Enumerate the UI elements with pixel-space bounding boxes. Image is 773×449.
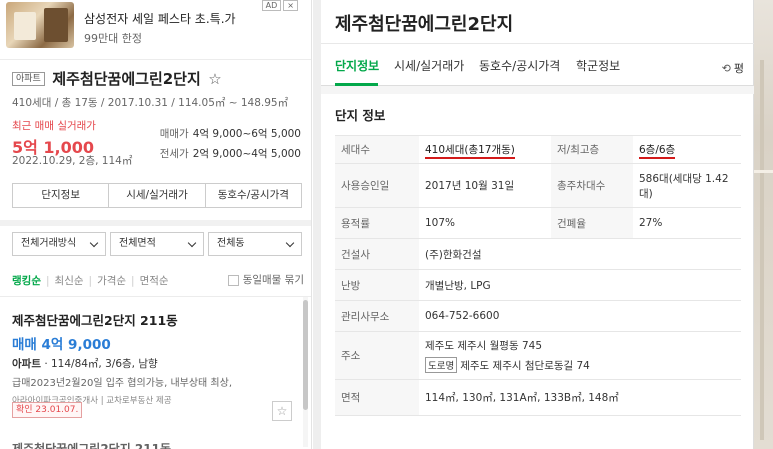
row-households-value: 410세대(총17개동) — [419, 135, 551, 164]
listing-title[interactable]: 제주첨단꿈에그린2단지 211동 — [12, 310, 302, 329]
type-badge: 아파트 — [12, 71, 45, 86]
row-heating-value: 개별난방, LPG — [419, 269, 741, 301]
recent-price-label: 최근 매매 실거래가 — [12, 120, 96, 132]
detail-divider-band — [321, 86, 754, 94]
sort-bar: 랭킹순 | 최신순 | 가격순 | 면적순 동일매물 묶기 — [12, 272, 304, 287]
ad-subtitle: 99만대 한정 — [84, 32, 142, 45]
ad-close-icon[interactable]: × — [283, 0, 298, 11]
refresh-icon: ⟲ — [721, 62, 731, 75]
complex-summary: 아파트 제주첨단꿈에그린2단지 ☆ 410세대 / 총 17동 / 2017.1… — [12, 68, 304, 110]
listing-spec-detail: · 114/84㎡, 3/6층, 남향 — [40, 358, 158, 370]
filter-building[interactable]: 전체동 — [208, 232, 302, 256]
listing-type: 아파트 — [12, 358, 41, 370]
row-builder-value: (주)한화건설 — [419, 238, 741, 270]
panel-gap — [313, 0, 321, 449]
map-area[interactable] — [754, 0, 773, 449]
row-approval-key: 사용승인일 — [335, 163, 419, 208]
row-floors-key: 저/최고층 — [551, 135, 633, 164]
detail-title: 제주첨단꿈에그린2단지 — [335, 14, 514, 35]
ad-thumbnail[interactable] — [6, 2, 74, 48]
tab-complex-info[interactable]: 단지정보 — [335, 57, 379, 74]
complex-info-table: 세대수 410세대(총17개동) 저/최고층 6층/6층 사용승인일 2017년… — [335, 135, 741, 416]
confirm-badge: 확인 23.01.07. — [12, 402, 83, 418]
row-bcr-value: 27% — [633, 207, 741, 239]
row-heating-key: 난방 — [335, 269, 419, 301]
tab-unit[interactable]: 동호수/공시가격 — [479, 57, 560, 74]
lease-range-label: 전세가 — [159, 148, 189, 160]
area-unit-label: 평 — [733, 62, 744, 75]
row-bcr-key: 건폐율 — [551, 207, 633, 239]
row-approval-value: 2017년 10월 31일 — [419, 163, 551, 208]
tab-school[interactable]: 학군정보 — [576, 57, 620, 74]
listing-desc: 급매2023년2월20일 입주 협의가능, 내부상태 최상, — [12, 378, 233, 389]
group-same-listing[interactable]: 동일매물 묶기 — [227, 272, 304, 287]
row-area-value: 114㎡, 130㎡, 131A㎡, 133B㎡, 148㎡ — [419, 379, 741, 416]
list-scrollbar[interactable] — [303, 297, 308, 447]
left-tab-unit[interactable]: 동호수/공시가격 — [206, 184, 301, 207]
ad-label: AD — [261, 0, 282, 11]
right-panel: 제주첨단꿈에그린2단지 단지정보 시세/실거래가 동호수/공시가격 학군정보 ⟲… — [321, 0, 754, 449]
row-office-key: 관리사무소 — [335, 300, 419, 332]
sale-range-label: 매매가 — [159, 128, 189, 140]
row-households-key: 세대수 — [335, 135, 419, 164]
row-far-value: 107% — [419, 207, 551, 239]
lease-range-value: 2억 9,000~4억 5,000 — [192, 148, 301, 160]
tab-price[interactable]: 시세/실거래가 — [394, 57, 464, 74]
list-item[interactable]: 제주첨단꿈에그린2단지 211동 매매 4억 9,000 아파트 · 114/8… — [12, 310, 302, 421]
area-unit-toggle[interactable]: ⟲ 평 — [722, 60, 744, 76]
floors-value: 6층/6층 — [639, 144, 676, 159]
row-address-value: 제주도 제주시 월평동 745 도로명 제주도 제주시 첨단로동길 74 — [419, 331, 741, 380]
sort-area[interactable]: 면적순 — [140, 275, 169, 287]
row-far-key: 용적률 — [335, 207, 419, 239]
list-divider — [0, 296, 311, 297]
filter-bar: 전체거래방식 전체면적 전체동 — [12, 232, 302, 256]
detail-tabs: 단지정보 시세/실거래가 동호수/공시가격 학군정보 ⟲ 평 — [321, 44, 754, 86]
row-area-key: 면적 — [335, 379, 419, 416]
list-scroll-thumb[interactable] — [303, 300, 308, 410]
sale-range-value: 4억 9,000~6억 5,000 — [192, 128, 301, 140]
listing-price: 매매 4억 9,000 — [12, 337, 111, 353]
left-tab-buttons: 단지정보 시세/실거래가 동호수/공시가격 — [12, 183, 302, 208]
listing-spec: 아파트 · 114/84㎡, 3/6층, 남향 — [12, 356, 302, 371]
sort-latest[interactable]: 최신순 — [55, 275, 84, 287]
address-road: 제주도 제주시 첨단로동길 74 — [460, 360, 590, 372]
left-tab-complex-info[interactable]: 단지정보 — [13, 184, 110, 207]
left-panel: 삼성전자 세일 페스타 초.특.가 99만대 한정 AD × 아파트 제주첨단꿈… — [0, 0, 312, 449]
ad-banner[interactable]: 삼성전자 세일 페스타 초.특.가 99만대 한정 AD × — [0, 0, 311, 60]
ad-title[interactable]: 삼성전자 세일 페스타 초.특.가 — [84, 10, 236, 27]
row-builder-key: 건설사 — [335, 238, 419, 270]
favorite-star-icon[interactable]: ☆ — [208, 70, 221, 88]
left-tab-price[interactable]: 시세/실거래가 — [109, 184, 206, 207]
listing-favorite-star-icon[interactable]: ☆ — [272, 401, 292, 421]
filter-trade-type[interactable]: 전체거래방식 — [12, 232, 106, 256]
section-title: 단지 정보 — [335, 108, 386, 123]
address-jibun: 제주도 제주시 월평동 745 — [425, 340, 542, 352]
complex-name: 제주첨단꿈에그린2단지 — [52, 70, 201, 88]
row-parking-value: 586대(세대당 1.42대) — [633, 163, 741, 208]
ad-badge: AD × — [261, 0, 298, 11]
address-road-row: 도로명 제주도 제주시 첨단로동길 74 — [425, 357, 735, 373]
row-floors-value: 6층/6층 — [633, 135, 741, 164]
complex-info: 410세대 / 총 17동 / 2017.10.31 / 114.05㎡ ~ 1… — [12, 97, 289, 109]
divider-band — [0, 220, 311, 226]
lease-range-row: 전세가 2억 9,000~4억 5,000 — [160, 146, 301, 161]
next-listing-title[interactable]: 제주첨단꿈에그린2단지 211동 — [12, 440, 171, 449]
row-address-key: 주소 — [335, 331, 419, 380]
group-same-label: 동일매물 묶기 — [242, 274, 304, 286]
sort-ranking[interactable]: 랭킹순 — [12, 275, 41, 287]
filter-area[interactable]: 전체면적 — [110, 232, 204, 256]
road-tag: 도로명 — [425, 357, 458, 373]
recent-price-detail: 2022.10.29, 2층, 114㎡ — [12, 155, 133, 167]
row-office-value: 064-752-6600 — [419, 300, 741, 332]
sort-price[interactable]: 가격순 — [97, 275, 126, 287]
sale-range-row: 매매가 4억 9,000~6억 5,000 — [160, 126, 301, 141]
households-value: 410세대(총17개동) — [425, 144, 515, 159]
row-parking-key: 총주차대수 — [551, 163, 633, 208]
detail-header: 제주첨단꿈에그린2단지 — [321, 0, 754, 44]
checkbox-icon[interactable] — [227, 274, 239, 286]
